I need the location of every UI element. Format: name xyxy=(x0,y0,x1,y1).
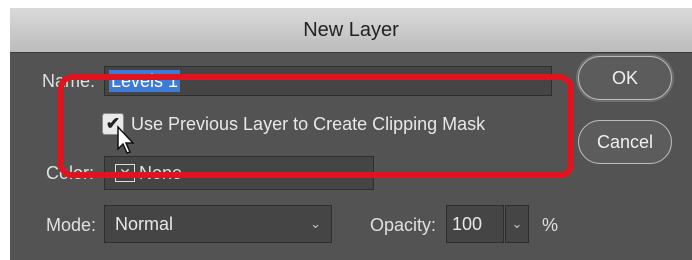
color-select[interactable]: ✕ None xyxy=(104,156,374,190)
dialog-titlebar: New Layer xyxy=(10,8,692,53)
mode-select-value: Normal xyxy=(115,213,174,234)
color-label: Color: xyxy=(46,163,95,183)
opacity-input[interactable]: 100 xyxy=(446,205,504,243)
dialog-title: New Layer xyxy=(303,18,399,41)
name-input-value: Levels 1 xyxy=(109,70,181,92)
ok-button-label: OK xyxy=(611,67,638,88)
cancel-button-label: Cancel xyxy=(596,131,654,152)
mode-label: Mode: xyxy=(46,215,97,235)
color-select-value: None xyxy=(139,162,183,183)
opacity-label: Opacity: xyxy=(370,215,437,235)
mode-select[interactable]: Normal ⌄ xyxy=(104,205,332,243)
clipping-mask-label[interactable]: Use Previous Layer to Create Clipping Ma… xyxy=(131,113,485,135)
name-input[interactable]: Levels 1 xyxy=(104,66,552,96)
opacity-input-value: 100 xyxy=(452,213,483,234)
chevron-down-icon: ⌄ xyxy=(511,216,523,231)
chevron-down-icon: ⌄ xyxy=(310,216,321,231)
name-label: Name: xyxy=(42,71,96,91)
no-color-swatch-icon: ✕ xyxy=(115,164,135,182)
opacity-dropdown-button[interactable]: ⌄ xyxy=(505,205,529,243)
arrow-cursor-icon xyxy=(117,125,135,154)
ok-button[interactable]: OK xyxy=(578,56,672,100)
opacity-unit: % xyxy=(542,215,559,235)
cancel-button[interactable]: Cancel xyxy=(578,120,672,164)
